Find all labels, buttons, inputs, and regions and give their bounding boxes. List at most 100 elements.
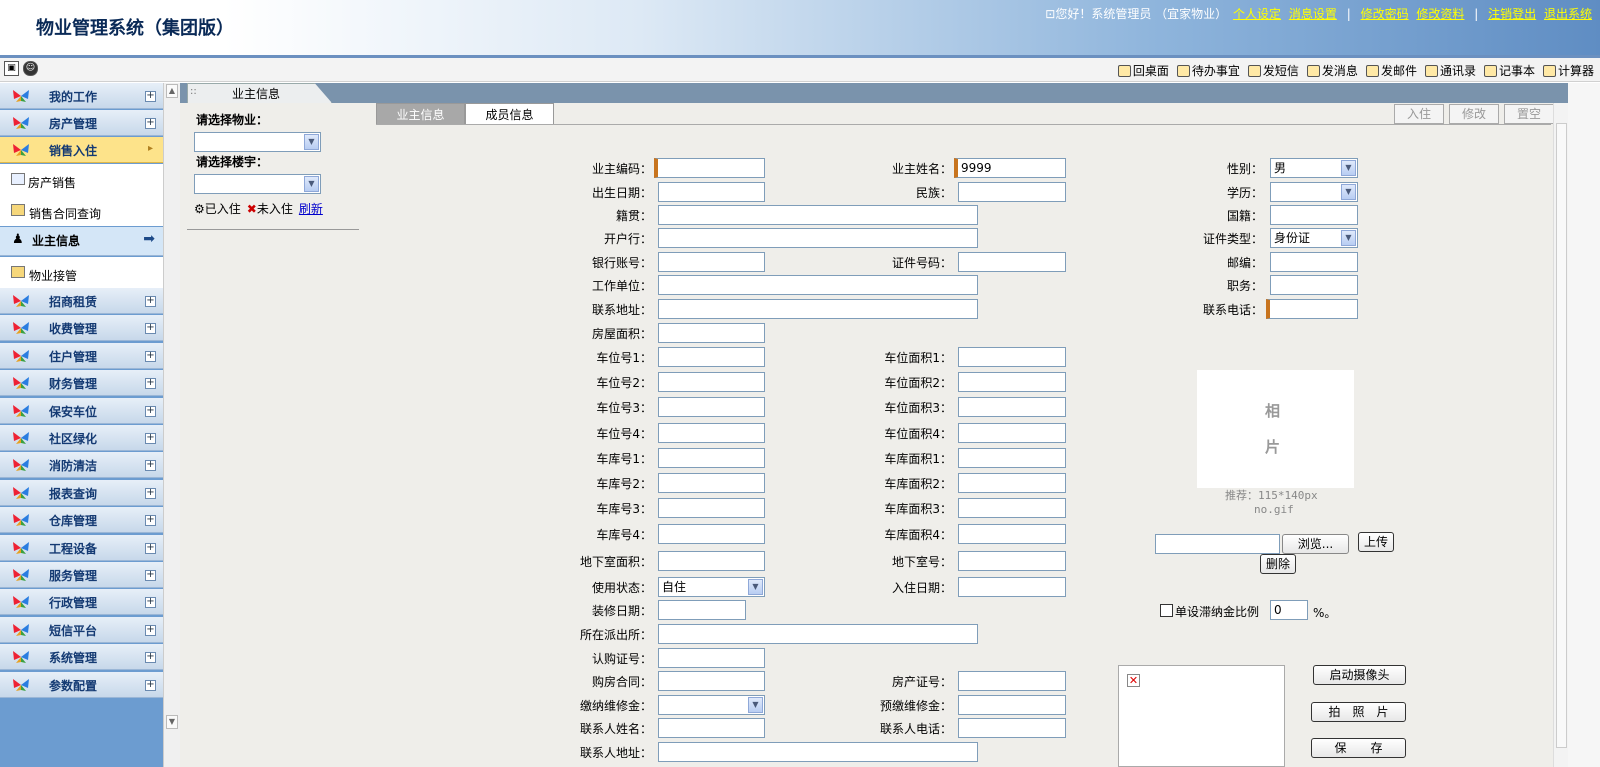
toolbar-home[interactable]: 回桌面 [1117, 62, 1169, 79]
owner-name-input[interactable]: 9999 [954, 158, 1066, 178]
expand-icon[interactable]: + [145, 624, 156, 636]
purchase-contract-input[interactable] [658, 671, 765, 691]
parking-area-4-input[interactable] [958, 423, 1066, 443]
id-number-input[interactable] [958, 252, 1066, 272]
chevron-down-icon[interactable]: ▼ [304, 176, 319, 192]
garage-area-1-input[interactable] [958, 448, 1066, 468]
exit-system-link[interactable]: 退出系统 [1544, 7, 1592, 21]
menu-property[interactable]: 房产管理 + [0, 110, 163, 136]
menu-system[interactable]: 系统管理 + [0, 644, 163, 671]
sidebar-scrollbar[interactable]: ▲ ▼ [163, 83, 180, 767]
delete-photo-button[interactable]: 删除 [1260, 554, 1296, 574]
move-in-date-input[interactable] [958, 577, 1066, 597]
contact-phone-input[interactable] [958, 718, 1066, 738]
toolbar-todo[interactable]: 待办事宜 [1176, 62, 1240, 79]
expand-icon[interactable]: + [145, 679, 156, 691]
main-scrollbar[interactable] [1553, 103, 1568, 767]
expand-icon[interactable]: + [145, 460, 156, 472]
expand-icon[interactable]: + [145, 515, 156, 527]
menu-leasing[interactable]: 招商租赁 + [0, 288, 163, 314]
chevron-down-icon[interactable]: ▼ [748, 579, 763, 595]
native-place-input[interactable] [658, 205, 978, 225]
menu-fire-cleaning[interactable]: 消防清洁 + [0, 452, 163, 479]
expand-icon[interactable]: + [145, 405, 156, 417]
expand-icon[interactable]: + [145, 350, 156, 362]
police-station-input[interactable] [658, 624, 978, 644]
parking-area-3-input[interactable] [958, 397, 1066, 417]
menu-finance[interactable]: 财务管理 + [0, 370, 163, 397]
sidebar-item-takeover[interactable]: 物业接管 [0, 257, 163, 288]
menu-residents[interactable]: 住户管理 + [0, 342, 163, 369]
employer-input[interactable] [658, 275, 978, 295]
id-type-select[interactable]: 身份证 ▼ [1270, 228, 1358, 248]
phone-input[interactable] [1266, 299, 1358, 319]
education-select[interactable]: ▼ [1270, 182, 1358, 202]
clear-button[interactable]: 置空 [1504, 104, 1554, 124]
basement-area-input[interactable] [658, 551, 765, 571]
gender-select[interactable]: 男 ▼ [1270, 158, 1358, 178]
basement-no-input[interactable] [958, 551, 1066, 571]
prepaid-maintenance-input[interactable] [958, 695, 1066, 715]
toolbar-email[interactable]: 发邮件 [1365, 62, 1417, 79]
chevron-down-icon[interactable]: ▼ [304, 134, 319, 150]
expand-icon[interactable]: + [145, 91, 156, 102]
menu-sales[interactable]: 销售入住 ▸ [0, 137, 163, 163]
expand-icon[interactable]: + [145, 296, 156, 307]
postcode-input[interactable] [1270, 252, 1358, 272]
expand-icon[interactable]: + [145, 487, 156, 499]
sidebar-item-contract-query[interactable]: 销售合同查询 [0, 195, 163, 226]
menu-sms-platform[interactable]: 短信平台 + [0, 616, 163, 643]
contact-address-input[interactable] [658, 742, 978, 762]
save-button[interactable]: 保 存 [1311, 738, 1406, 758]
property-select[interactable]: ▼ [194, 132, 321, 152]
ethnicity-input[interactable] [958, 182, 1066, 202]
menu-my-work[interactable]: 我的工作 + [0, 83, 163, 109]
personal-settings-link[interactable]: 个人设定 [1233, 7, 1281, 21]
building-select[interactable]: ▼ [194, 174, 321, 194]
parking-no-2-input[interactable] [658, 372, 765, 392]
garage-area-2-input[interactable] [958, 473, 1066, 493]
chevron-down-icon[interactable]: ▼ [1341, 160, 1356, 176]
take-photo-button[interactable]: 拍 照 片 [1311, 702, 1406, 722]
collapse-toggle-icon[interactable]: ▣ [4, 61, 19, 76]
parking-no-1-input[interactable] [658, 347, 765, 367]
expanded-arrow-icon[interactable]: ▸ [145, 144, 156, 156]
parking-area-1-input[interactable] [958, 347, 1066, 367]
menu-warehouse[interactable]: 仓库管理 + [0, 507, 163, 534]
parking-area-2-input[interactable] [958, 372, 1066, 392]
not-occupied-filter[interactable]: ✖未入住 [247, 200, 293, 217]
upload-button[interactable]: 上传 [1358, 532, 1394, 552]
decor-date-input[interactable] [658, 600, 746, 620]
occupied-filter[interactable]: ⚙已入住 [194, 200, 241, 217]
property-cert-input[interactable] [958, 671, 1066, 691]
birth-date-input[interactable] [658, 182, 765, 202]
menu-services[interactable]: 服务管理 + [0, 562, 163, 588]
move-in-button[interactable]: 入住 [1394, 104, 1444, 124]
expand-icon[interactable]: + [145, 542, 156, 554]
logout-link[interactable]: 注销登出 [1488, 7, 1536, 21]
menu-greening[interactable]: 社区绿化 + [0, 425, 163, 451]
chevron-down-icon[interactable]: ▼ [1341, 184, 1356, 200]
toolbar-notepad[interactable]: 记事本 [1483, 62, 1535, 79]
menu-security-parking[interactable]: 保安车位 + [0, 397, 163, 424]
garage-area-4-input[interactable] [958, 524, 1066, 544]
late-fee-checkbox[interactable] [1160, 604, 1173, 617]
photo-file-input[interactable] [1155, 534, 1280, 554]
garage-no-2-input[interactable] [658, 473, 765, 493]
nationality-input[interactable] [1270, 205, 1358, 225]
parking-no-4-input[interactable] [658, 423, 765, 443]
tab-owner-info-form[interactable]: 业主信息 [376, 103, 465, 124]
expand-icon[interactable]: + [145, 652, 156, 664]
expand-icon[interactable]: + [145, 323, 156, 335]
scroll-up-icon[interactable]: ▲ [166, 84, 178, 98]
menu-reports[interactable]: 报表查询 + [0, 479, 163, 506]
subscription-no-input[interactable] [658, 648, 765, 668]
toolbar-contacts[interactable]: 通讯录 [1424, 62, 1476, 79]
garage-no-3-input[interactable] [658, 498, 765, 518]
sidebar-item-owner-info[interactable]: ♟ 业主信息 ➡ [0, 227, 163, 256]
menu-administration[interactable]: 行政管理 + [0, 589, 163, 616]
address-input[interactable] [658, 299, 978, 319]
toolbar-message[interactable]: 发消息 [1306, 62, 1358, 79]
bank-account-input[interactable] [658, 252, 765, 272]
refresh-link[interactable]: 刷新 [299, 200, 323, 217]
